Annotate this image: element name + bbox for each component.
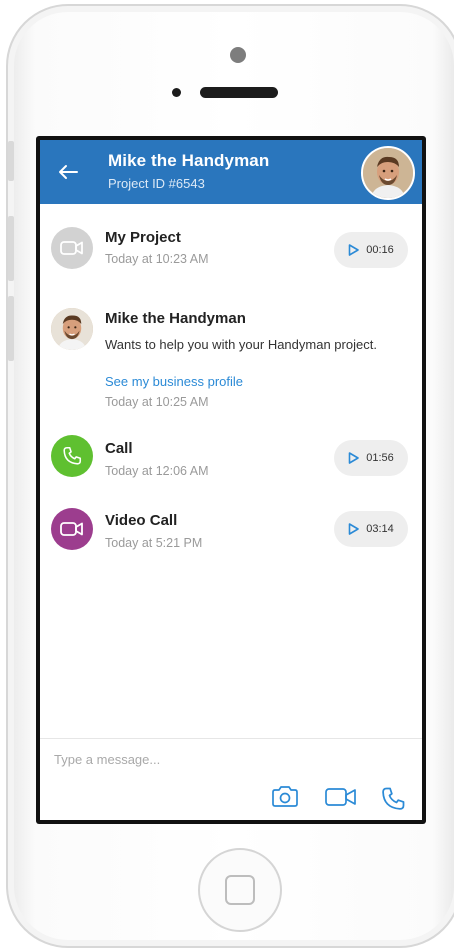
activity-feed: My Project Today at 10:23 AM 00:16 Mike …	[40, 204, 422, 738]
back-button[interactable]	[50, 158, 86, 186]
contact-name: Mike the Handyman	[108, 151, 270, 170]
contact-avatar[interactable]	[361, 146, 415, 200]
item-timestamp: Today at 12:06 AM	[105, 464, 209, 478]
business-profile-link[interactable]: See my business profile	[105, 374, 243, 389]
play-icon	[348, 244, 360, 256]
face-icon	[51, 308, 93, 350]
play-button[interactable]: 00:16	[334, 232, 408, 268]
camera-button[interactable]	[270, 785, 300, 814]
camera-icon	[272, 786, 298, 807]
phone-icon	[63, 446, 82, 465]
chat-app: Mike the Handyman Project ID #6543 My Pr…	[40, 140, 422, 820]
list-item[interactable]: Video Call Today at 5:21 PM 03:14	[40, 496, 422, 566]
play-icon	[348, 452, 360, 464]
play-icon	[348, 523, 360, 535]
duration-label: 03:14	[366, 523, 394, 535]
message-composer	[40, 738, 422, 820]
phone-call-button[interactable]	[378, 785, 408, 818]
arrow-left-icon	[59, 165, 78, 179]
chat-header: Mike the Handyman Project ID #6543	[40, 140, 422, 204]
item-message: Wants to help you with your Handyman pro…	[105, 337, 377, 352]
list-item[interactable]: Mike the Handyman Wants to help you with…	[40, 294, 422, 414]
list-item[interactable]: My Project Today at 10:23 AM 00:16	[40, 204, 422, 284]
list-item[interactable]: Call Today at 12:06 AM 01:56	[40, 426, 422, 496]
message-input[interactable]	[52, 747, 396, 771]
volume-up-button	[8, 216, 14, 281]
video-call-item-icon	[51, 508, 93, 550]
mute-switch	[8, 141, 14, 181]
phone-screen: Mike the Handyman Project ID #6543 My Pr…	[36, 136, 426, 824]
item-timestamp: Today at 10:23 AM	[105, 252, 209, 266]
play-button[interactable]: 03:14	[334, 511, 408, 547]
item-timestamp: Today at 5:21 PM	[105, 536, 203, 550]
video-call-button[interactable]	[324, 785, 358, 814]
phone-icon	[382, 787, 405, 810]
proximity-sensor	[172, 88, 181, 97]
item-timestamp: Today at 10:25 AM	[105, 395, 209, 409]
call-item-icon	[51, 435, 93, 477]
item-title: Call	[105, 440, 133, 457]
avatar	[51, 308, 93, 350]
volume-down-button	[8, 296, 14, 361]
duration-label: 01:56	[366, 452, 394, 464]
video-camera-icon	[325, 788, 356, 806]
item-title: My Project	[105, 229, 181, 246]
project-id: Project ID #6543	[108, 176, 205, 191]
duration-label: 00:16	[366, 244, 394, 256]
item-title: Video Call	[105, 512, 178, 529]
face-icon	[363, 148, 413, 198]
video-item-icon	[51, 227, 93, 269]
home-square-icon	[225, 875, 255, 905]
item-title: Mike the Handyman	[105, 310, 246, 327]
front-camera	[230, 47, 246, 63]
play-button[interactable]: 01:56	[334, 440, 408, 476]
video-camera-icon	[60, 522, 83, 536]
home-button[interactable]	[198, 848, 282, 932]
earpiece-speaker	[200, 87, 278, 98]
video-camera-icon	[60, 241, 83, 255]
